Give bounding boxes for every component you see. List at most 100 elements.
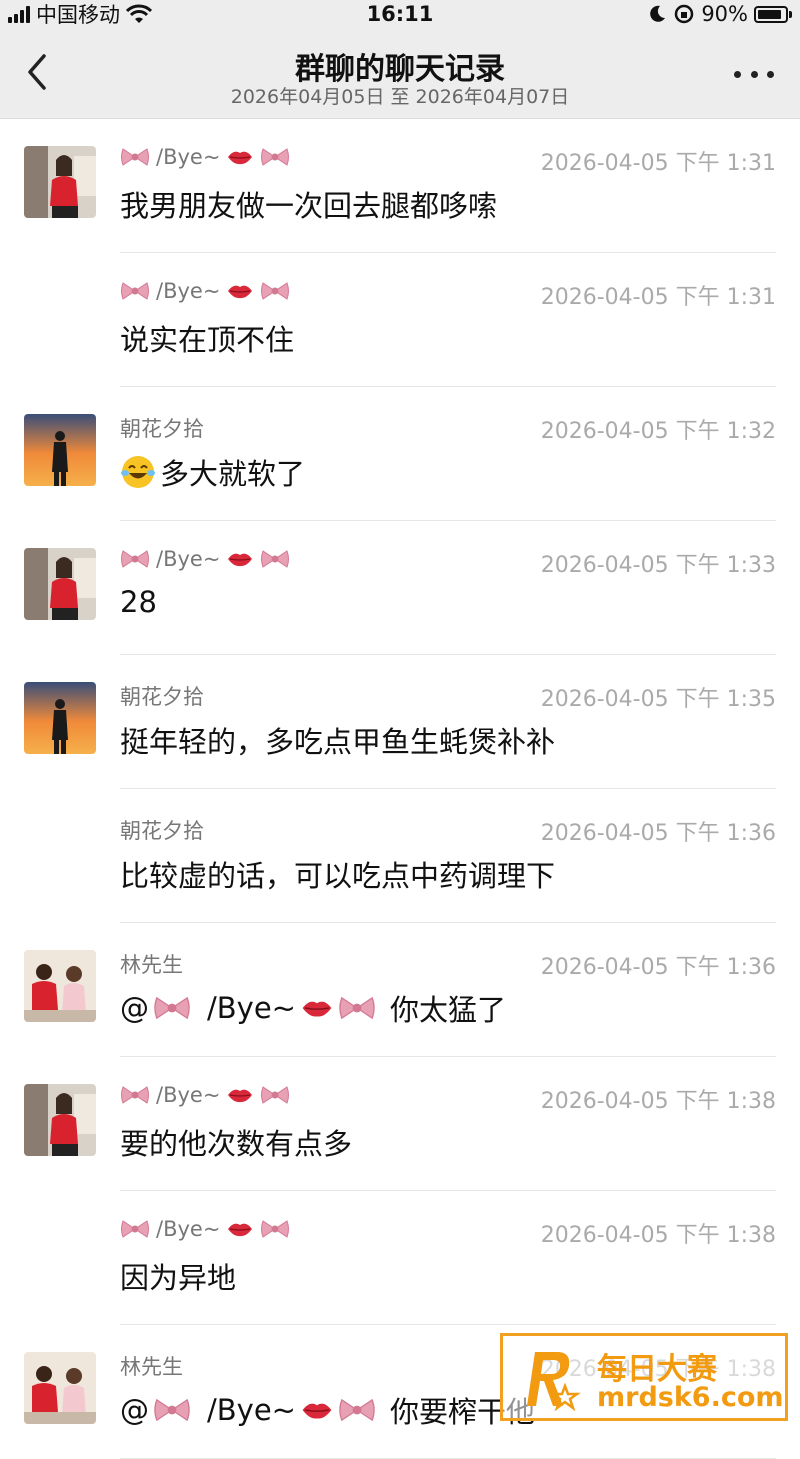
message-text-content: 说实在顶不住 (120, 323, 295, 357)
sender-name-text: 朝花夕拾 (120, 685, 204, 709)
message-timestamp: 2026-04-05 下午 1:35 (540, 687, 776, 712)
message-list: /Bye~ 2026-04-05 下午 1:31 我男朋友做一次回去腿都哆嗦/Bye… (0, 119, 800, 1459)
sender-name-text: /Bye~ (156, 145, 221, 169)
avatar[interactable] (24, 548, 96, 620)
message-text: 我男朋友做一次回去腿都哆嗦 (120, 183, 497, 225)
bow-icon (261, 282, 290, 300)
message-item[interactable]: 朝花夕拾 2026-04-05 下午 1:32 多大就软了 (0, 387, 800, 521)
message-text-content: 比较虚的话，可以吃点中药调理下 (120, 859, 556, 893)
avatar[interactable] (24, 682, 96, 754)
kiss-lips-icon (228, 1223, 253, 1237)
kiss-lips-icon (228, 553, 253, 567)
sender-name-text: /Bye~ (156, 1083, 221, 1107)
sender-name: 朝花夕拾 (120, 681, 204, 711)
message-item[interactable]: /Bye~ 2026-04-05 下午 1:38 因为异地 (0, 1191, 800, 1325)
signal-icon (8, 5, 30, 23)
avatar[interactable] (24, 950, 96, 1022)
bow-icon (261, 1220, 290, 1238)
avatar[interactable] (24, 1352, 96, 1424)
sender-name-text: /Bye~ (156, 1217, 221, 1241)
avatar[interactable] (24, 146, 96, 218)
bow-icon (154, 996, 190, 1020)
status-bar: 中国移动 16:11 90% (0, 0, 800, 28)
message-text: 因为异地 (120, 1255, 236, 1297)
message-timestamp: 2026-04-05 下午 1:31 (540, 285, 776, 310)
watermark-url: mrdsk6.com (597, 1382, 784, 1413)
bow-icon (121, 1220, 149, 1238)
message-timestamp: 2026-04-05 下午 1:38 (540, 1223, 776, 1248)
message-timestamp: 2026-04-05 下午 1:38 (540, 1089, 776, 1114)
message-item[interactable]: 朝花夕拾 2026-04-05 下午 1:35 挺年轻的，多吃点甲鱼生蚝煲补补 (0, 655, 800, 789)
message-text-content: 你太猛了 (389, 993, 506, 1027)
battery-icon (754, 5, 792, 23)
message-item[interactable]: /Bye~ 2026-04-05 下午 1:31 说实在顶不住 (0, 253, 800, 387)
wifi-icon (126, 4, 152, 23)
more-button[interactable] (734, 54, 774, 94)
message-item[interactable]: 林先生 2026-04-05 下午 1:36 @ /Bye~ 你太猛了 (0, 923, 800, 1057)
message-timestamp: 2026-04-05 下午 1:31 (540, 151, 776, 176)
battery-percent: 90% (701, 2, 748, 26)
bow-icon (339, 996, 375, 1020)
kiss-lips-icon (228, 151, 253, 165)
kiss-lips-icon (302, 1001, 332, 1017)
bow-icon (121, 1086, 149, 1104)
message-text-content: 要的他次数有点多 (120, 1127, 353, 1161)
mention-at: @ (120, 991, 149, 1025)
moon-icon (650, 5, 666, 22)
message-text-content: 因为异地 (120, 1261, 237, 1295)
bow-icon (261, 148, 290, 166)
message-item[interactable]: /Bye~ 2026-04-05 下午 1:38 要的他次数有点多 (0, 1057, 800, 1191)
sender-name: /Bye~ (120, 279, 290, 303)
message-text: 多大就软了 (120, 451, 305, 493)
message-text: 比较虚的话，可以吃点中药调理下 (120, 853, 555, 895)
sender-name-text: /Bye~ (156, 547, 221, 571)
watermark-logo-icon (527, 1352, 581, 1412)
message-text: 挺年轻的，多吃点甲鱼生蚝煲补补 (120, 719, 555, 761)
orientation-lock-icon (675, 4, 694, 24)
message-item[interactable]: 朝花夕拾 2026-04-05 下午 1:36 比较虚的话，可以吃点中药调理下 (0, 789, 800, 923)
carrier-label: 中国移动 (36, 3, 120, 27)
bow-icon (121, 550, 149, 568)
sender-name: 朝花夕拾 (120, 815, 204, 845)
sender-name-text: /Bye~ (156, 279, 221, 303)
avatar[interactable] (24, 414, 96, 486)
mention-name[interactable]: /Bye~ (207, 1393, 296, 1427)
message-timestamp: 2026-04-05 下午 1:32 (540, 419, 776, 444)
message-timestamp: 2026-04-05 下午 1:36 (540, 821, 776, 846)
kiss-lips-icon (228, 1089, 253, 1103)
message-item[interactable]: /Bye~ 2026-04-05 下午 1:33 28 (0, 521, 800, 655)
sender-name: 朝花夕拾 (120, 413, 204, 443)
sender-name: /Bye~ (120, 145, 290, 169)
chat-history-header: 群聊的聊天记录 2026年04月05日 至 2026年04月07日 (0, 28, 800, 119)
sender-name-text: 朝花夕拾 (120, 819, 204, 843)
watermark: 每日大赛 mrdsk6.com (500, 1333, 788, 1421)
message-item[interactable]: /Bye~ 2026-04-05 下午 1:31 我男朋友做一次回去腿都哆嗦 (0, 119, 800, 253)
mention-name[interactable]: /Bye~ (207, 991, 296, 1025)
sender-name: 林先生 (120, 1351, 183, 1381)
message-text: 说实在顶不住 (120, 317, 294, 359)
kiss-lips-icon (302, 1403, 332, 1419)
date-range: 2026年04月05日 至 2026年04月07日 (230, 86, 570, 108)
sender-name-text: 林先生 (120, 953, 183, 977)
message-text-content: 多大就软了 (160, 457, 306, 491)
bow-icon (154, 1398, 190, 1422)
sender-name: /Bye~ (120, 1083, 290, 1107)
message-text-content: 我男朋友做一次回去腿都哆嗦 (120, 189, 498, 223)
sender-name-text: 朝花夕拾 (120, 417, 204, 441)
bow-icon (121, 148, 149, 166)
bow-icon (121, 282, 149, 300)
kiss-lips-icon (228, 285, 253, 299)
message-text: @ /Bye~ 你太猛了 (120, 987, 506, 1029)
bow-icon (339, 1398, 375, 1422)
avatar[interactable] (24, 1084, 96, 1156)
sender-name: /Bye~ (120, 547, 290, 571)
message-text: 28 (120, 585, 157, 619)
message-text-content: 28 (120, 585, 157, 619)
mention-at: @ (120, 1393, 149, 1427)
message-text: 要的他次数有点多 (120, 1121, 352, 1163)
message-text: @/Bye~ 你要榨干他 (120, 1389, 535, 1431)
sender-name: 林先生 (120, 949, 183, 979)
sender-name: /Bye~ (120, 1217, 290, 1241)
message-timestamp: 2026-04-05 下午 1:33 (540, 553, 776, 578)
laughing-tears-emoji-icon (121, 456, 155, 488)
